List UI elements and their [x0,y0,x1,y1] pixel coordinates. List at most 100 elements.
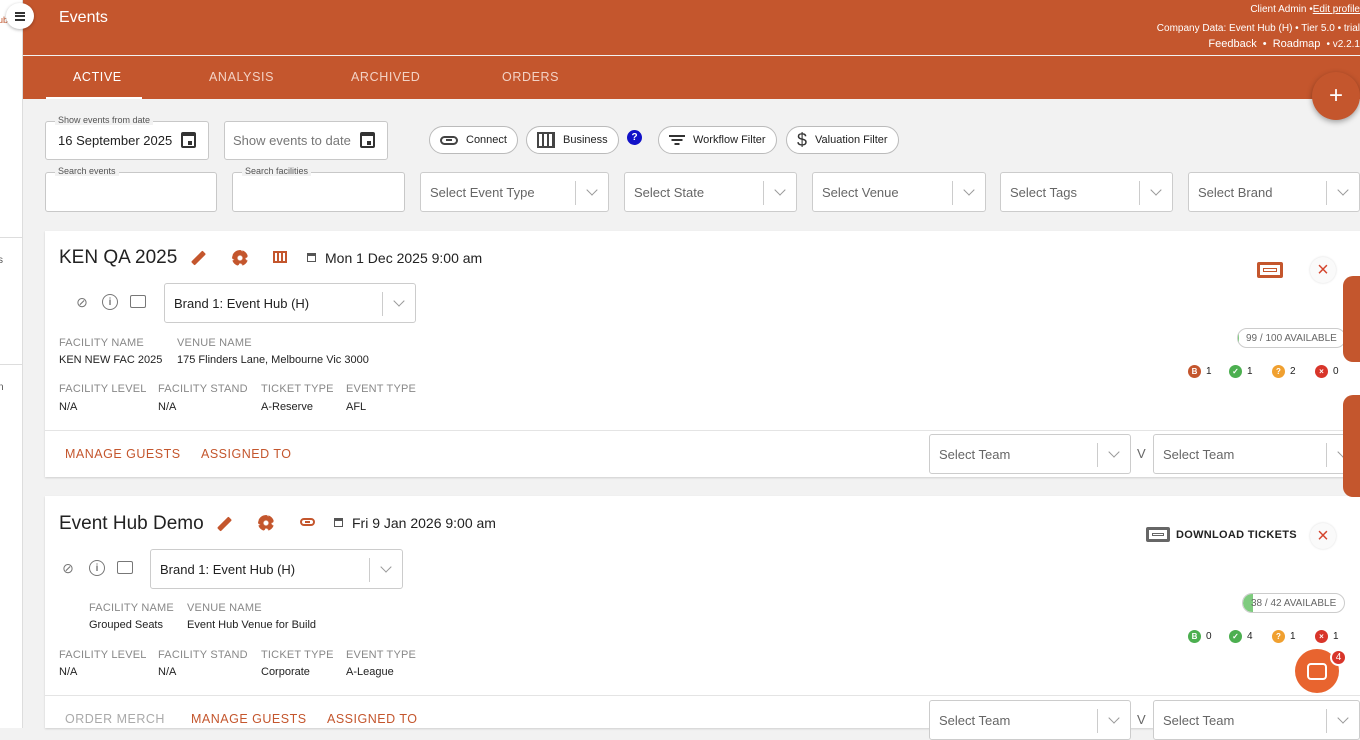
comment-icon[interactable] [130,295,146,308]
tags-select[interactable]: Select Tags [1000,172,1173,212]
calendar-icon [307,253,316,262]
comment-icon[interactable] [117,561,133,574]
download-tickets-button[interactable]: DOWNLOAD TICKETS [1176,529,1297,541]
assigned-to-button[interactable]: ASSIGNED TO [201,447,291,461]
booked-count: 1 [1206,366,1212,377]
stat-booked: B1 [1188,365,1212,378]
facility-stand-label: FACILITY STAND [158,383,248,395]
chevron-down-icon [1108,712,1120,724]
valuation-filter-button[interactable]: $ Valuation Filter [786,126,899,154]
venue-name-label: VENUE NAME [187,602,262,614]
link-icon[interactable] [300,518,315,526]
roadmap-link[interactable]: Roadmap [1273,38,1321,50]
facility-level-value: N/A [59,666,78,678]
facility-level-value: N/A [59,401,78,413]
brand-dropdown-value: Brand 1: Event Hub (H) [174,296,310,311]
event-title: KEN QA 2025 [59,247,178,268]
gear-icon[interactable] [258,515,274,531]
side-panel-tab[interactable] [1343,395,1360,497]
event-date: Fri 9 Jan 2026 9:00 am [352,515,496,531]
brand-dropdown[interactable]: Brand 1: Event Hub (H) [164,283,416,323]
edit-icon[interactable] [217,516,232,532]
team-select-placeholder: Select Team [939,713,1011,728]
close-event-button[interactable]: × [1310,257,1336,283]
search-facilities-input[interactable]: Search facilities [232,166,405,212]
sidebar-item-fragment[interactable]: n [0,382,4,393]
info-icon[interactable]: i [89,560,105,576]
brand-select[interactable]: Select Brand [1188,172,1360,212]
ticket-icon[interactable] [1257,262,1283,278]
brand-dropdown[interactable]: Brand 1: Event Hub (H) [150,549,403,589]
chevron-down-icon [586,184,598,196]
calendar-icon[interactable] [360,132,375,148]
hamburger-icon [15,11,25,21]
team-select-a[interactable]: Select Team [929,700,1131,740]
notifications-off-icon[interactable]: ⊘ [74,294,90,310]
menu-toggle-button[interactable] [6,3,34,29]
info-icon[interactable]: i [102,294,118,310]
availability-text: 99 / 100 AVAILABLE [1246,332,1337,344]
event-type-select[interactable]: Select Event Type [420,172,609,212]
stat-accepted: ✓ 1 [1229,365,1253,378]
sidebar-item-fragment[interactable]: s [0,255,3,266]
tab-archived[interactable]: ARCHIVED [351,70,420,84]
feedback-link[interactable]: Feedback [1208,38,1256,50]
search-facilities-label: Search facilities [242,166,312,176]
facility-stand-value: N/A [158,666,177,678]
chevron-down-icon [963,184,975,196]
search-events-input[interactable]: Search events [45,166,217,212]
ticket-type-label: TICKET TYPE [261,649,334,661]
edit-icon[interactable] [191,250,206,266]
from-date-field[interactable]: Show events from date 16 September 2025 [45,115,209,160]
declined-count: 1 [1333,631,1339,642]
event-date: Mon 1 Dec 2025 9:00 am [325,250,483,266]
assigned-to-button[interactable]: ASSIGNED TO [327,712,417,726]
side-panel-tab[interactable] [1343,276,1360,362]
help-icon[interactable]: ? [627,130,642,145]
venue-select[interactable]: Select Venue [812,172,986,212]
event-type-value: A-League [346,666,394,678]
gear-icon[interactable] [232,250,248,266]
manage-guests-button[interactable]: MANAGE GUESTS [65,447,181,461]
chevron-down-icon [1108,446,1120,458]
workflow-filter-button[interactable]: Workflow Filter [658,126,777,154]
valuation-filter-label: Valuation Filter [815,134,888,146]
manage-guests-button[interactable]: MANAGE GUESTS [191,712,307,726]
event-card: Event Hub Demo Fri 9 Jan 2026 9:00 am DO… [45,496,1360,740]
card-divider [45,695,1360,696]
to-date-field[interactable]: Show events to date [224,121,388,160]
team-select-a[interactable]: Select Team [929,434,1131,474]
state-select[interactable]: Select State [624,172,797,212]
or-separator: V [1137,712,1146,727]
venue-name-value: 175 Flinders Lane, Melbourne Vic 3000 [177,354,369,366]
declined-count: 0 [1333,366,1339,377]
dollar-icon: $ [797,129,808,150]
chevron-down-icon [774,184,786,196]
add-event-button[interactable]: + [1312,72,1360,120]
close-event-button[interactable]: × [1310,523,1336,549]
from-date-label: Show events from date [55,115,154,125]
connect-label: Connect [466,134,507,146]
facility-level-label: FACILITY LEVEL [59,383,147,395]
pending-count: 2 [1290,366,1296,377]
calendar-icon[interactable] [181,132,196,148]
building-icon[interactable] [273,251,287,263]
brand-dropdown-value: Brand 1: Event Hub (H) [160,562,296,577]
facility-name-value: Grouped Seats [89,619,163,631]
team-select-b[interactable]: Select Team [1153,434,1360,474]
tab-orders[interactable]: ORDERS [502,70,559,84]
business-button[interactable]: Business [526,126,619,154]
tab-analysis[interactable]: ANALYSIS [209,70,274,84]
page-title: Events [59,9,108,26]
facility-name-label: FACILITY NAME [59,337,144,349]
ticket-icon[interactable] [1146,527,1170,542]
chat-icon [1307,662,1327,680]
edit-profile-link[interactable]: Edit profile [1313,4,1360,15]
tab-bar: ACTIVE ANALYSIS ARCHIVED ORDERS [23,56,1360,99]
tab-active[interactable]: ACTIVE [73,70,122,84]
connect-button[interactable]: Connect [429,126,518,154]
team-select-b[interactable]: Select Team [1153,700,1360,740]
team-select-placeholder: Select Team [939,447,1011,462]
order-merch-button[interactable]: ORDER MERCH [65,712,165,726]
notifications-off-icon[interactable]: ⊘ [60,560,76,576]
